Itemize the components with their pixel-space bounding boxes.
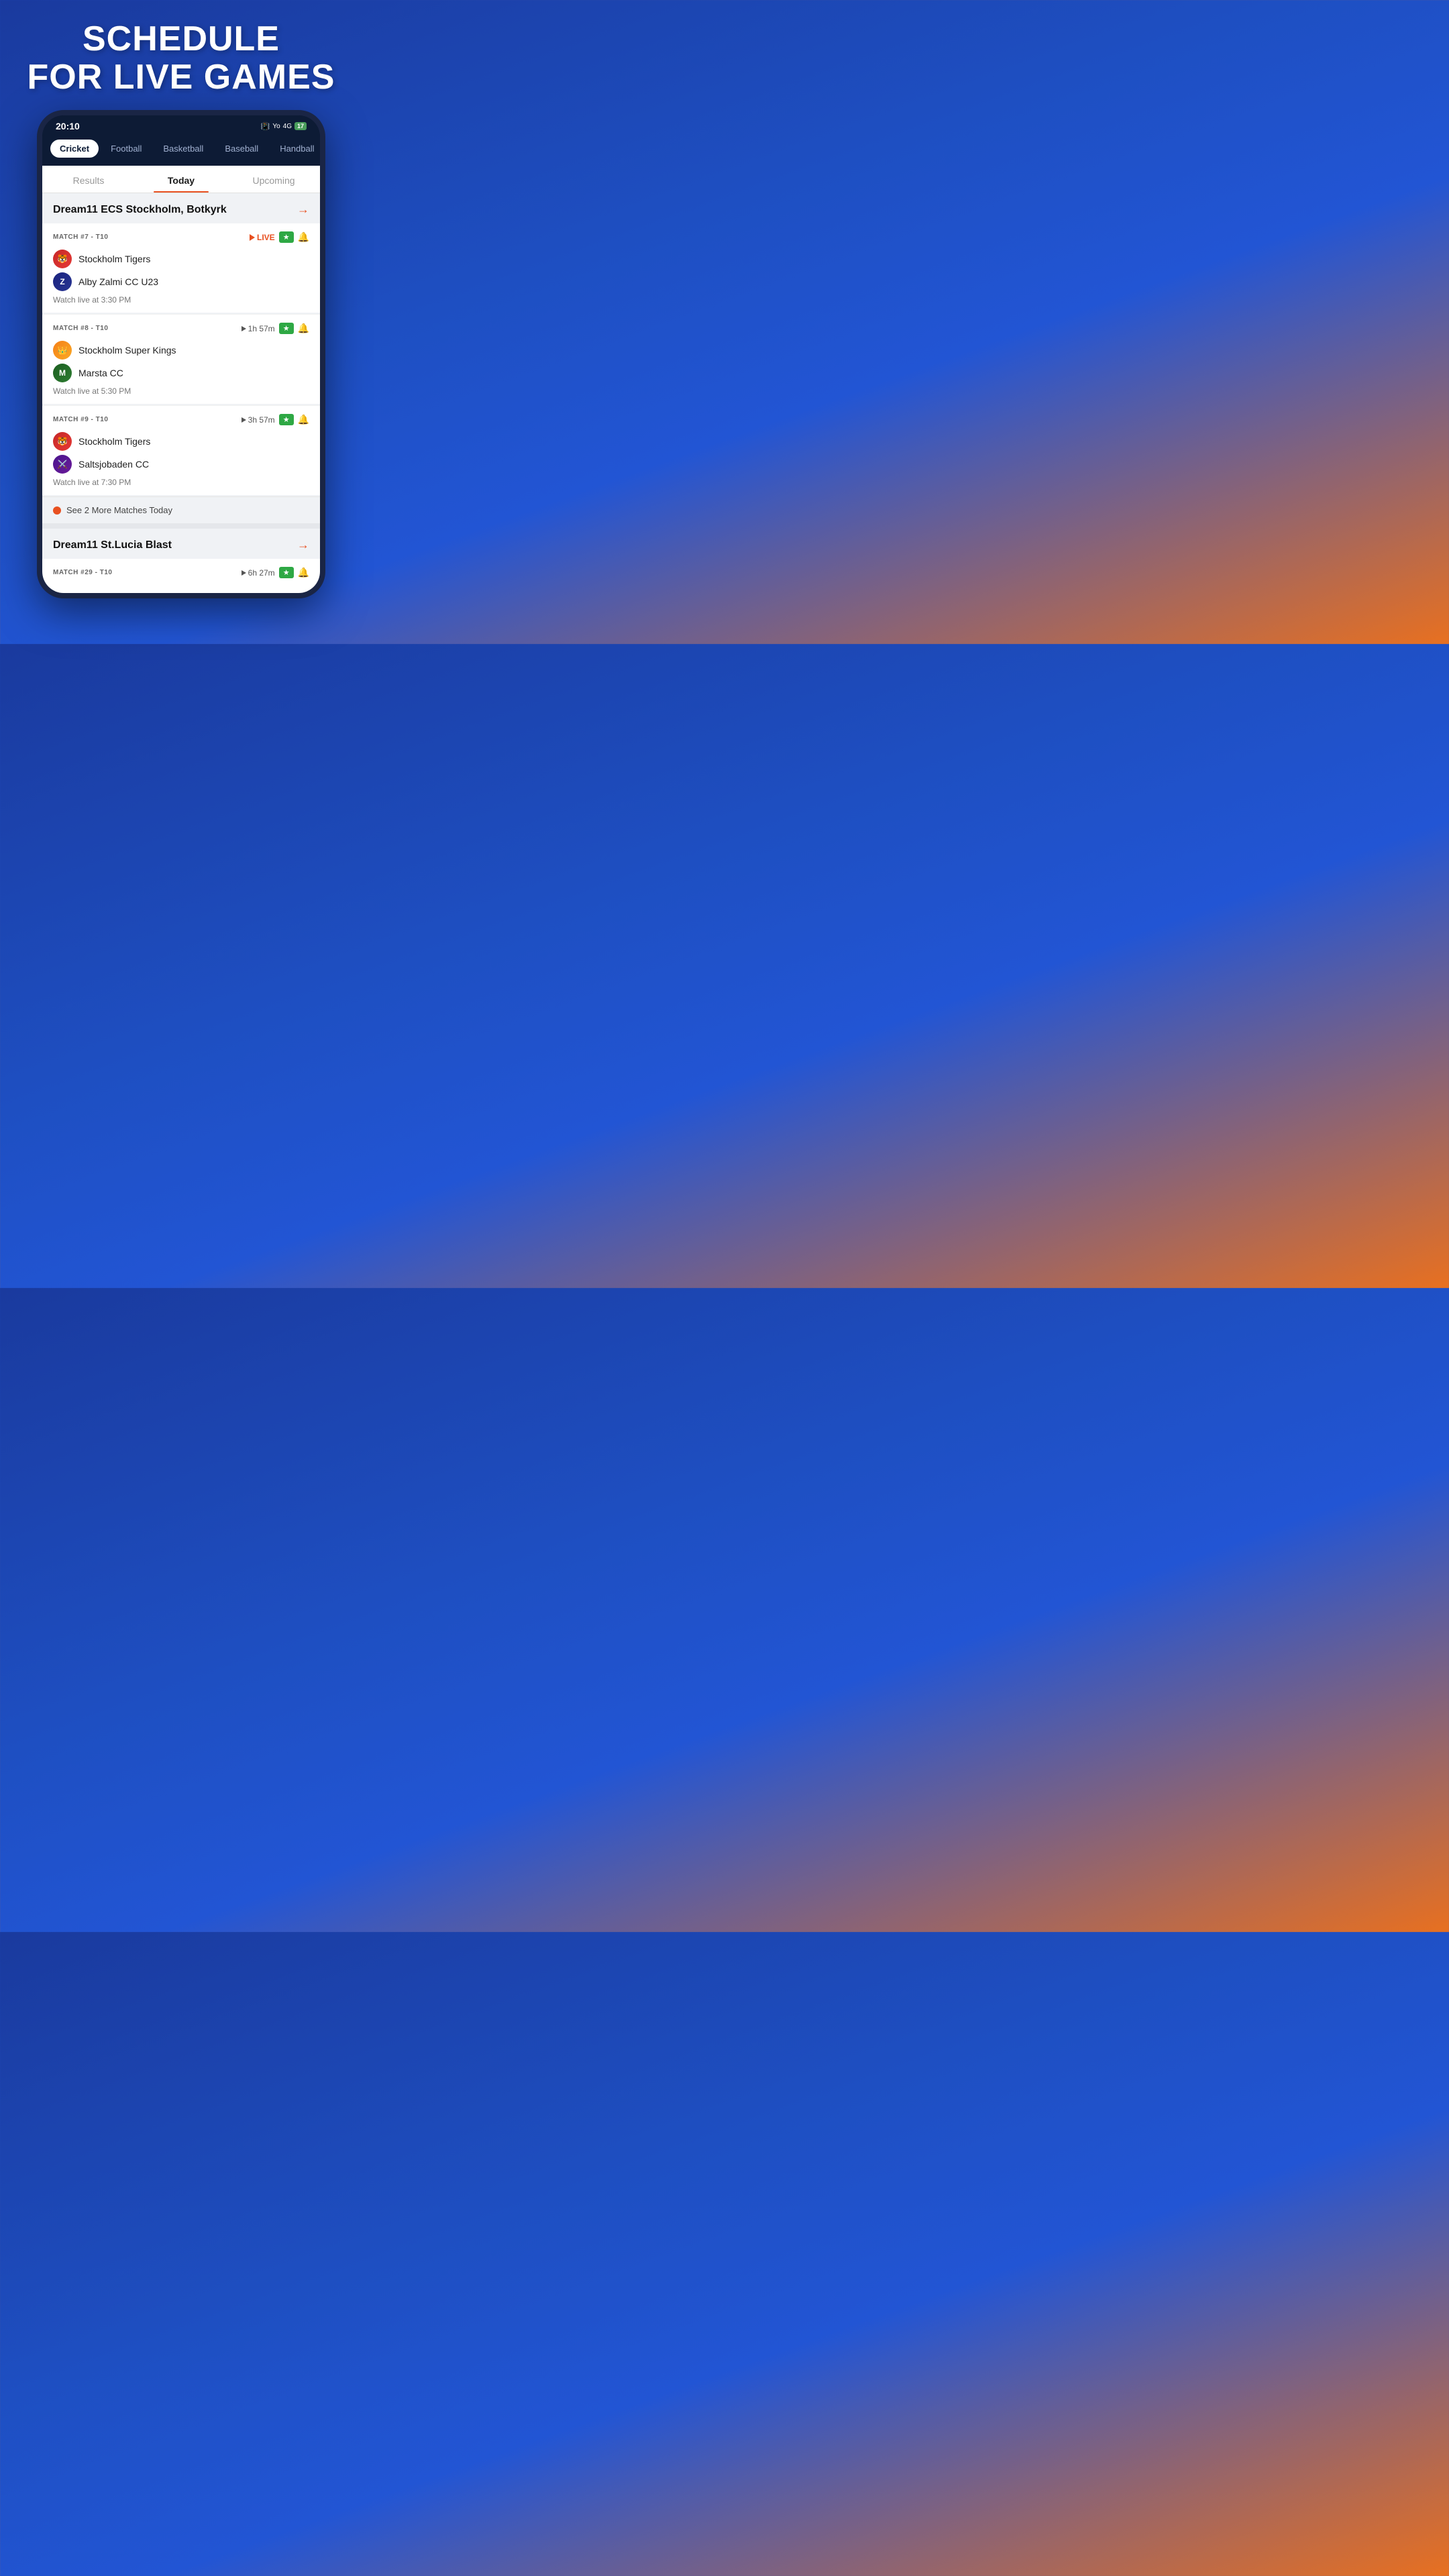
sub-tabs: Results Today Upcoming	[42, 166, 320, 193]
team-logo-tigers-3: 🐯	[53, 432, 72, 451]
team-row-1-1: 🐯 Stockholm Tigers	[53, 250, 309, 268]
team-row-3-1: 🐯 Stockholm Tigers	[53, 432, 309, 451]
time-badge-3: 3h 57m	[241, 415, 275, 425]
star-badge-1: ★	[279, 231, 294, 243]
see-more-dot-icon	[53, 506, 61, 515]
team-name-2-2: Marsta CC	[78, 368, 123, 378]
see-more-text: See 2 More Matches Today	[66, 505, 172, 515]
section1-header[interactable]: Dream11 ECS Stockholm, Botkyrk →	[42, 193, 320, 223]
bell-icon-2[interactable]: 🔔	[298, 323, 309, 334]
sport-tab-cricket[interactable]: Cricket	[50, 140, 99, 158]
match-card-1[interactable]: MATCH #7 - T10 LIVE ★ 🔔 🐯 Stockholm Tige…	[42, 223, 320, 313]
team-logo-marsta: M	[53, 364, 72, 382]
see-more-button[interactable]: See 2 More Matches Today	[42, 496, 320, 523]
sport-tab-handball[interactable]: Handball	[270, 140, 320, 158]
live-badge: LIVE	[250, 233, 275, 242]
section1-arrow[interactable]: →	[297, 203, 309, 217]
battery-icon: 17	[294, 122, 307, 130]
bell-icon-1[interactable]: 🔔	[298, 231, 309, 243]
play-arrow-3	[241, 417, 246, 423]
status-icons: 📳 Yo 4G 17	[261, 122, 307, 131]
play-arrow-2	[241, 326, 246, 331]
team-name-1-2: Alby Zalmi CC U23	[78, 276, 158, 287]
tab-upcoming[interactable]: Upcoming	[227, 166, 320, 193]
status-time: 20:10	[56, 121, 80, 131]
team-logo-saltsjobaden: ⚔️	[53, 455, 72, 474]
team-row-2-1: 👑 Stockholm Super Kings	[53, 341, 309, 360]
section-divider	[42, 523, 320, 529]
star-badge-4: ★	[279, 567, 294, 578]
team-name-3-2: Saltsjobaden CC	[78, 459, 149, 470]
match-status-4: 6h 27m ★ 🔔	[241, 567, 309, 578]
time-badge-2: 1h 57m	[241, 324, 275, 333]
watch-time-2: Watch live at 5:30 PM	[53, 386, 309, 396]
tab-results[interactable]: Results	[42, 166, 135, 193]
star-badge-2: ★	[279, 323, 294, 334]
match-status-3: 3h 57m ★ 🔔	[241, 414, 309, 425]
sport-tabs: Cricket Football Basketball Baseball Han…	[42, 134, 320, 166]
watch-time-3: Watch live at 7:30 PM	[53, 478, 309, 487]
match-status-1: LIVE ★ 🔔	[250, 231, 309, 243]
signal-icon: Yo	[272, 123, 280, 130]
status-bar: 20:10 📳 Yo 4G 17	[42, 115, 320, 134]
section2-title: Dream11 St.Lucia Blast	[53, 539, 172, 551]
watch-time-1: Watch live at 3:30 PM	[53, 295, 309, 305]
section2-header[interactable]: Dream11 St.Lucia Blast →	[42, 529, 320, 559]
sport-tab-football[interactable]: Football	[101, 140, 151, 158]
time-badge-4: 6h 27m	[241, 568, 275, 578]
match-label-4: MATCH #29 - T10	[53, 569, 112, 576]
team-name-1-1: Stockholm Tigers	[78, 254, 150, 264]
vibrate-icon: 📳	[261, 122, 270, 131]
team-logo-zalmi: Z	[53, 272, 72, 291]
team-row-3-2: ⚔️ Saltsjobaden CC	[53, 455, 309, 474]
main-content: Results Today Upcoming Dream11 ECS Stock…	[42, 166, 320, 593]
bell-icon-3[interactable]: 🔔	[298, 414, 309, 425]
section1-title: Dream11 ECS Stockholm, Botkyrk	[53, 204, 227, 216]
match-label-1: MATCH #7 - T10	[53, 233, 108, 241]
match-card-2[interactable]: MATCH #8 - T10 1h 57m ★ 🔔 👑 Stockholm Su…	[42, 314, 320, 404]
star-badge-3: ★	[279, 414, 294, 425]
team-logo-superkings: 👑	[53, 341, 72, 360]
team-name-2-1: Stockholm Super Kings	[78, 345, 176, 356]
match-label-3: MATCH #9 - T10	[53, 416, 108, 423]
hero-title: SCHEDULE FOR LIVE GAMES	[14, 0, 349, 110]
section2-arrow[interactable]: →	[297, 538, 309, 552]
live-dot-icon	[250, 234, 255, 241]
match-status-2: 1h 57m ★ 🔔	[241, 323, 309, 334]
team-row-2-2: M Marsta CC	[53, 364, 309, 382]
bell-icon-4[interactable]: 🔔	[298, 567, 309, 578]
team-logo-tigers-1: 🐯	[53, 250, 72, 268]
team-name-3-1: Stockholm Tigers	[78, 436, 150, 447]
tab-today[interactable]: Today	[135, 166, 227, 193]
network-icon: 4G	[283, 123, 292, 130]
match-label-2: MATCH #8 - T10	[53, 325, 108, 332]
phone-frame: 20:10 📳 Yo 4G 17 Cricket Football Basket…	[37, 110, 325, 598]
match-card-3[interactable]: MATCH #9 - T10 3h 57m ★ 🔔 🐯 Stockholm Ti…	[42, 405, 320, 495]
team-row-1-2: Z Alby Zalmi CC U23	[53, 272, 309, 291]
match-card-4[interactable]: MATCH #29 - T10 6h 27m ★ 🔔	[42, 559, 320, 593]
play-arrow-4	[241, 570, 246, 576]
sport-tab-baseball[interactable]: Baseball	[215, 140, 268, 158]
sport-tab-basketball[interactable]: Basketball	[154, 140, 213, 158]
